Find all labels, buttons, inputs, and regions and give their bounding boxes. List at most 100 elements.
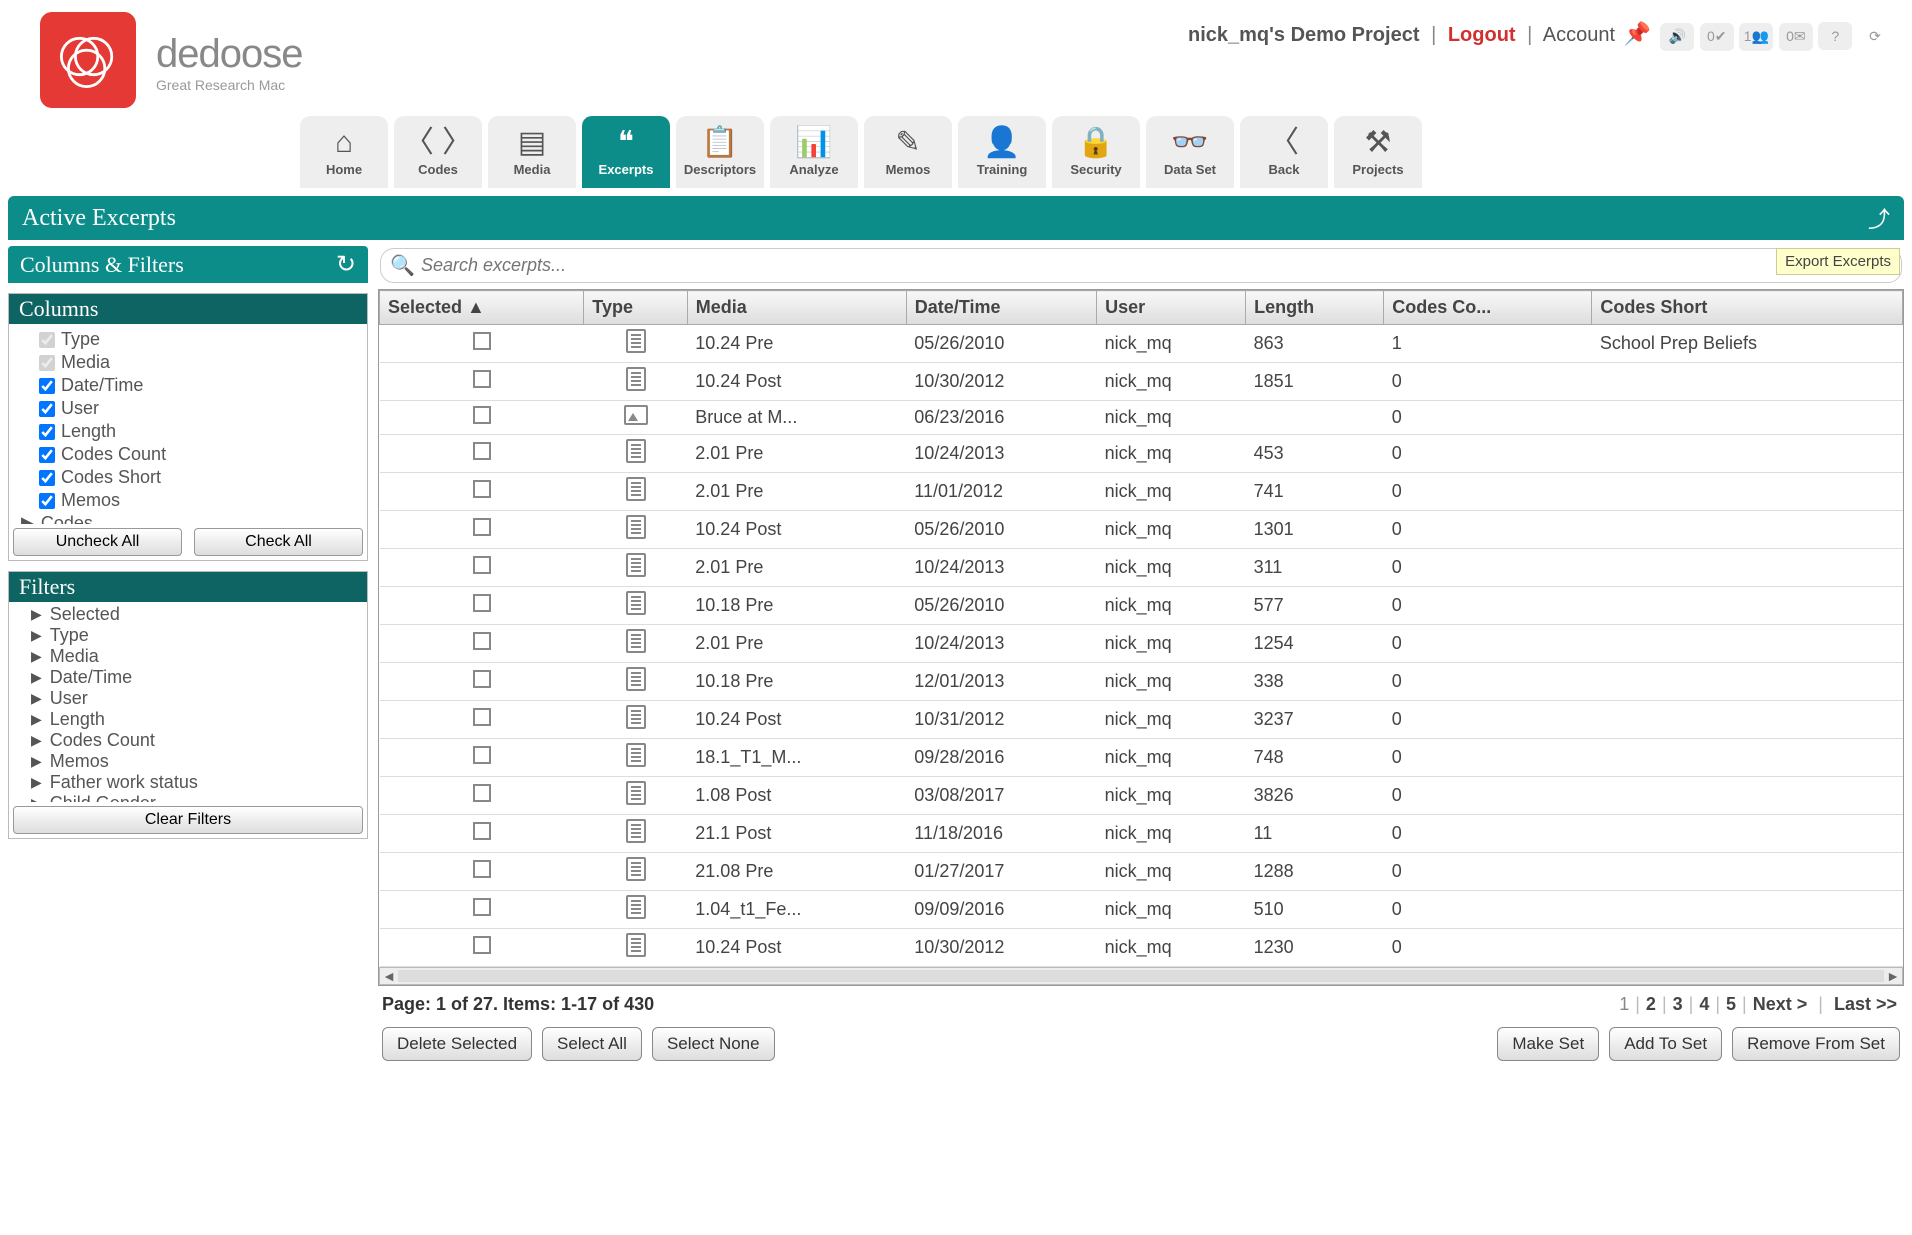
account-link[interactable]: Account [1543,24,1615,46]
page-number[interactable]: 3 [1673,994,1683,1014]
row-checkbox[interactable] [473,556,491,574]
refresh-filters-icon[interactable]: ↻ [336,250,356,279]
column-header[interactable]: Date/Time [906,291,1096,325]
check-all-button[interactable]: Check All [194,528,363,556]
row-checkbox[interactable] [473,480,491,498]
search-input[interactable] [380,248,1902,283]
column-option[interactable]: Date/Time [17,374,359,397]
row-checkbox[interactable] [473,746,491,764]
pin-icon[interactable]: 📌 [1621,20,1655,48]
table-row[interactable]: 2.01 Pre10/24/2013nick_mq3110 [380,549,1903,587]
nav-tab-media[interactable]: ▤Media [488,116,576,188]
nav-tab-projects[interactable]: ⚒Projects [1334,116,1422,188]
nav-tab-memos[interactable]: ✎Memos [864,116,952,188]
filter-option[interactable]: ▶Child Gender [17,793,359,802]
filter-option[interactable]: ▶Selected [17,604,359,625]
column-checkbox[interactable] [39,447,55,463]
row-checkbox[interactable] [473,632,491,650]
column-option[interactable]: Type [17,328,359,351]
column-option[interactable]: Media [17,351,359,374]
export-icon[interactable]: ⤴ [1868,202,1890,234]
mail-badge[interactable]: 0✉ [1779,23,1813,51]
row-checkbox[interactable] [473,860,491,878]
nav-tab-data set[interactable]: 👓Data Set [1146,116,1234,188]
column-header[interactable]: Length [1246,291,1384,325]
row-checkbox[interactable] [473,670,491,688]
table-row[interactable]: 10.18 Pre12/01/2013nick_mq3380 [380,663,1903,701]
column-checkbox[interactable] [39,355,55,371]
row-checkbox[interactable] [473,936,491,954]
table-row[interactable]: 10.24 Pre05/26/2010nick_mq8631School Pre… [380,325,1903,363]
column-option[interactable]: ▶Codes [17,512,359,524]
table-row[interactable]: 1.04_t1_Fe...09/09/2016nick_mq5100 [380,891,1903,929]
filter-option[interactable]: ▶Type [17,625,359,646]
sound-icon[interactable]: 🔊 [1660,23,1694,51]
table-row[interactable]: 10.24 Post10/31/2012nick_mq32370 [380,701,1903,739]
column-header[interactable]: Codes Short [1592,291,1903,325]
table-row[interactable]: 1.08 Post03/08/2017nick_mq38260 [380,777,1903,815]
table-row[interactable]: Bruce at M...06/23/2016nick_mq0 [380,401,1903,435]
refresh-icon[interactable]: ⟳ [1858,23,1892,51]
row-checkbox[interactable] [473,406,491,424]
clear-filters-button[interactable]: Clear Filters [13,806,363,834]
row-checkbox[interactable] [473,370,491,388]
column-option[interactable]: Memos [17,489,359,512]
row-checkbox[interactable] [473,594,491,612]
column-checkbox[interactable] [39,378,55,394]
table-row[interactable]: 2.01 Pre10/24/2013nick_mq12540 [380,625,1903,663]
row-checkbox[interactable] [473,822,491,840]
column-checkbox[interactable] [39,470,55,486]
select-none-button[interactable]: Select None [652,1027,775,1061]
select-all-button[interactable]: Select All [542,1027,642,1061]
column-checkbox[interactable] [39,493,55,509]
column-option[interactable]: Codes Count [17,443,359,466]
row-checkbox[interactable] [473,708,491,726]
column-header[interactable]: User [1097,291,1246,325]
column-header[interactable]: Type [584,291,688,325]
column-checkbox[interactable] [39,424,55,440]
column-header[interactable]: Media [687,291,906,325]
nav-tab-codes[interactable]: 〈 〉Codes [394,116,482,188]
column-checkbox[interactable] [39,401,55,417]
remove-from-set-button[interactable]: Remove From Set [1732,1027,1900,1061]
uncheck-all-button[interactable]: Uncheck All [13,528,182,556]
filter-option[interactable]: ▶Length [17,709,359,730]
users-badge[interactable]: 1👥 [1739,23,1773,51]
page-number[interactable]: 5 [1726,994,1736,1014]
row-checkbox[interactable] [473,332,491,350]
make-set-button[interactable]: Make Set [1497,1027,1599,1061]
delete-selected-button[interactable]: Delete Selected [382,1027,532,1061]
table-row[interactable]: 10.24 Post10/30/2012nick_mq12300 [380,929,1903,967]
page-number[interactable]: 4 [1699,994,1709,1014]
filter-option[interactable]: ▶User [17,688,359,709]
page-number[interactable]: 2 [1646,994,1656,1014]
filter-option[interactable]: ▶Media [17,646,359,667]
help-icon[interactable]: ? [1818,22,1852,50]
filter-option[interactable]: ▶Date/Time [17,667,359,688]
row-checkbox[interactable] [473,442,491,460]
row-checkbox[interactable] [473,518,491,536]
filter-option[interactable]: ▶Codes Count [17,730,359,751]
add-to-set-button[interactable]: Add To Set [1609,1027,1722,1061]
nav-tab-analyze[interactable]: 📊Analyze [770,116,858,188]
row-checkbox[interactable] [473,898,491,916]
nav-tab-back[interactable]: 〈Back [1240,116,1328,188]
column-header[interactable]: Codes Co... [1384,291,1592,325]
check-badge[interactable]: 0✔ [1700,23,1734,51]
nav-tab-home[interactable]: ⌂Home [300,116,388,188]
column-checkbox[interactable] [39,332,55,348]
nav-tab-security[interactable]: 🔒Security [1052,116,1140,188]
column-header[interactable]: Selected ▲ [380,291,584,325]
table-row[interactable]: 21.08 Pre01/27/2017nick_mq12880 [380,853,1903,891]
column-option[interactable]: Codes Short [17,466,359,489]
column-option[interactable]: User [17,397,359,420]
row-checkbox[interactable] [473,784,491,802]
table-row[interactable]: 10.18 Pre05/26/2010nick_mq5770 [380,587,1903,625]
column-option[interactable]: Length [17,420,359,443]
table-row[interactable]: 2.01 Pre10/24/2013nick_mq4530 [380,435,1903,473]
filter-option[interactable]: ▶Memos [17,751,359,772]
horizontal-scrollbar[interactable]: ◄► [379,967,1903,985]
nav-tab-training[interactable]: 👤Training [958,116,1046,188]
nav-tab-excerpts[interactable]: ❝Excerpts [582,116,670,188]
table-row[interactable]: 10.24 Post10/30/2012nick_mq18510 [380,363,1903,401]
